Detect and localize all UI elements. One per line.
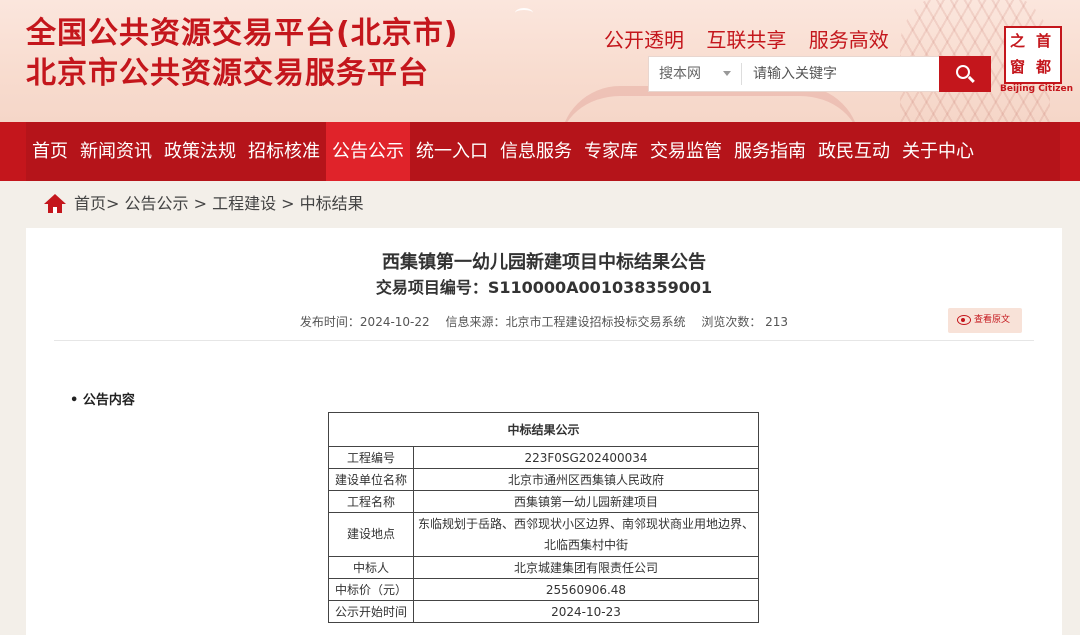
slogan: 公开透明: [604, 28, 684, 52]
nav-item-announcements[interactable]: 公告公示: [326, 122, 410, 181]
slogans: 公开透明 互联共享 服务高效: [604, 24, 905, 53]
search-scope-dropdown[interactable]: 搜本网: [649, 57, 741, 91]
nav-item-about[interactable]: 关于中心: [896, 122, 980, 181]
view-original-label: 查看原文: [974, 315, 1011, 325]
divider: [54, 340, 1034, 341]
result-table: 中标结果公示 工程编号 223F0SG202400034 建设单位名称 北京市通…: [328, 412, 759, 623]
table-key: 工程编号: [328, 446, 414, 469]
notice-card: 西集镇第一幼儿园新建项目中标结果公告 交易项目编号：S110000A001038…: [26, 228, 1062, 635]
site-title-line1: 全国公共资源交易平台(北京市): [26, 16, 459, 51]
nav-item-news[interactable]: 新闻资讯: [74, 122, 158, 181]
breadcrumb-path[interactable]: 首页> 公告公示 > 工程建设 > 中标结果: [74, 192, 364, 216]
table-row: 工程编号 223F0SG202400034: [328, 446, 759, 469]
eye-icon: [957, 315, 971, 325]
table-row: 建设地点 东临规划于岳路、西邻现状小区边界、南邻现状商业用地边界、北临西集村中街: [328, 512, 759, 557]
table-key: 中标价（元）: [328, 578, 414, 601]
notice-meta: 发布时间：2024-10-22 信息来源：北京市工程建设招标投标交易系统 浏览次…: [26, 313, 1062, 330]
table-title: 中标结果公示: [328, 412, 759, 447]
view-original-button[interactable]: 查看原文: [948, 308, 1022, 333]
nav-item-home[interactable]: 首页: [26, 122, 74, 181]
caret-down-icon: [723, 71, 731, 76]
main-nav: 首页 新闻资讯 政策法规 招标核准 公告公示 统一入口 信息服务 专家库 交易监…: [0, 122, 1080, 181]
table-value: 东临规划于岳路、西邻现状小区边界、南邻现状商业用地边界、北临西集村中街: [413, 512, 759, 557]
main-nav-bar: 首页 新闻资讯 政策法规 招标核准 公告公示 统一入口 信息服务 专家库 交易监…: [26, 122, 1060, 181]
table-key: 建设地点: [328, 512, 414, 557]
search-box: 搜本网: [648, 56, 991, 92]
nav-item-experts[interactable]: 专家库: [578, 122, 644, 181]
table-value: 223F0SG202400034: [413, 446, 759, 469]
home-icon[interactable]: [44, 194, 66, 214]
table-value: 北京市通州区西集镇人民政府: [413, 468, 759, 491]
search-scope-label: 搜本网: [659, 66, 701, 82]
logo-seal-char: 窗: [1010, 58, 1026, 76]
table-key: 公示开始时间: [328, 600, 414, 623]
logo-seal-char: 都: [1036, 58, 1052, 76]
project-code: 交易项目编号：S110000A001038359001: [375, 278, 713, 297]
nav-item-policy[interactable]: 政策法规: [158, 122, 242, 181]
table-row: 建设单位名称 北京市通州区西集镇人民政府: [328, 468, 759, 491]
search-icon-handle: [968, 75, 975, 83]
logo-seal-char: 首: [1036, 32, 1052, 50]
site-title-line2: 北京市公共资源交易服务平台: [26, 56, 429, 91]
table-key: 建设单位名称: [328, 468, 414, 491]
table-row: 中标人 北京城建集团有限责任公司: [328, 556, 759, 579]
table-key: 工程名称: [328, 490, 414, 513]
table-value: 2024-10-23: [413, 600, 759, 623]
bird-decoration: [515, 8, 533, 18]
search-button[interactable]: [939, 56, 991, 92]
capital-window-logo[interactable]: 之 首 窗 都: [1004, 26, 1062, 84]
logo-seal-char: 之: [1010, 32, 1026, 50]
view-count: 浏览次数： 213: [701, 315, 789, 329]
logo-caption: Beijing Citizen: [1000, 84, 1074, 94]
nav-item-bid-approval[interactable]: 招标核准: [242, 122, 326, 181]
slogan: 服务高效: [808, 28, 889, 52]
nav-item-unified-entry[interactable]: 统一入口: [410, 122, 494, 181]
section-label: • 公告内容: [70, 393, 135, 408]
site-header: 全国公共资源交易平台(北京市) 北京市公共资源交易服务平台 公开透明 互联共享 …: [0, 0, 1080, 122]
table-row: 中标价（元） 25560906.48: [328, 578, 759, 601]
table-value: 北京城建集团有限责任公司: [413, 556, 759, 579]
table-row: 工程名称 西集镇第一幼儿园新建项目: [328, 490, 759, 513]
nav-item-info-service[interactable]: 信息服务: [494, 122, 578, 181]
info-source: 信息来源：北京市工程建设招标投标交易系统: [445, 315, 686, 329]
nav-item-supervision[interactable]: 交易监管: [644, 122, 728, 181]
table-key: 中标人: [328, 556, 414, 579]
notice-title: 西集镇第一幼儿园新建项目中标结果公告: [382, 252, 706, 273]
slogan: 互联共享: [706, 28, 787, 52]
search-input[interactable]: [753, 59, 933, 89]
nav-item-guide[interactable]: 服务指南: [728, 122, 812, 181]
table-value: 25560906.48: [413, 578, 759, 601]
search-divider: [741, 63, 742, 85]
nav-item-interaction[interactable]: 政民互动: [812, 122, 896, 181]
table-value: 西集镇第一幼儿园新建项目: [413, 490, 759, 513]
publish-time: 发布时间：2024-10-22: [299, 315, 430, 329]
table-row: 公示开始时间 2024-10-23: [328, 600, 759, 623]
